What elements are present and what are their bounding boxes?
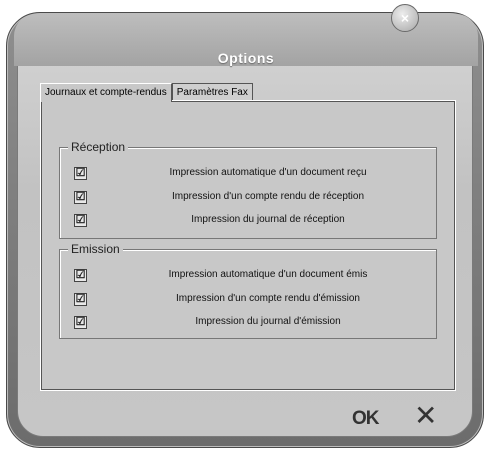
close-icon[interactable]: × (391, 4, 419, 32)
option-label: Impression automatique d'un document reç… (169, 167, 367, 178)
reception-option-report-print[interactable]: ☑ Impression d'un compte rendu de récept… (60, 188, 436, 208)
reception-option-journal-print[interactable]: ☑ Impression du journal de réception (60, 211, 436, 231)
tab-panel: Réception ☑ Impression automatique d'un … (40, 100, 456, 391)
ok-button[interactable]: OK (352, 408, 379, 430)
reception-group-label: Réception (68, 140, 129, 154)
checkbox[interactable]: ☑ (74, 293, 87, 306)
dialog-title: Options (217, 50, 275, 66)
option-label: Impression du journal de réception (191, 214, 345, 225)
option-label: Impression d'un compte rendu de réceptio… (171, 191, 365, 202)
option-label: Impression automatique d'un document émi… (168, 269, 368, 280)
checkbox[interactable]: ☑ (74, 191, 87, 204)
emission-option-auto-print[interactable]: ☑ Impression automatique d'un document é… (60, 266, 436, 286)
checkbox[interactable]: ☑ (74, 214, 87, 227)
emission-group: Emission ☑ Impression automatique d'un d… (59, 242, 437, 339)
checkbox[interactable]: ☑ (74, 167, 87, 180)
emission-group-label: Emission (68, 242, 123, 256)
tab-bar: Journaux et compte-rendus Paramètres Fax (40, 83, 253, 102)
reception-group: Réception ☑ Impression automatique d'un … (59, 140, 437, 239)
tab-parametres-fax[interactable]: Paramètres Fax (171, 83, 253, 101)
option-label: Impression d'un compte rendu d'émission (176, 293, 360, 304)
checkbox[interactable]: ☑ (74, 269, 87, 282)
cancel-icon[interactable]: ✕ (414, 402, 437, 430)
emission-option-journal-print[interactable]: ☑ Impression du journal d'émission (60, 313, 436, 333)
tab-journaux[interactable]: Journaux et compte-rendus (40, 83, 172, 102)
option-label: Impression du journal d'émission (195, 316, 341, 327)
checkbox[interactable]: ☑ (74, 316, 87, 329)
reception-option-auto-print[interactable]: ☑ Impression automatique d'un document r… (60, 164, 436, 184)
emission-option-report-print[interactable]: ☑ Impression d'un compte rendu d'émissio… (60, 290, 436, 310)
